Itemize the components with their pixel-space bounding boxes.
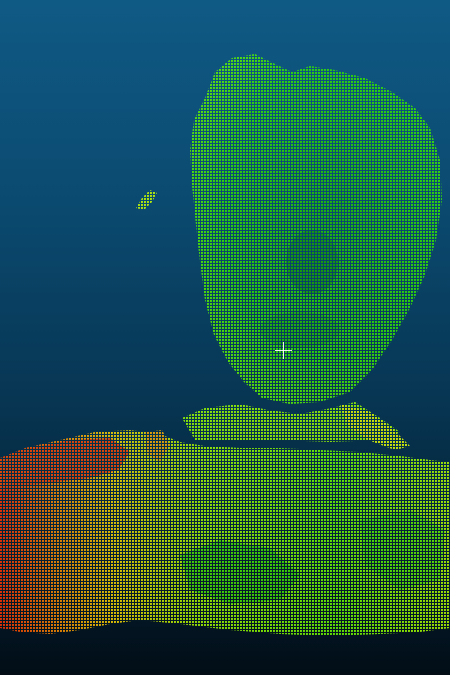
point-cloud-viewport[interactable] [0, 0, 450, 675]
point-cluster-head [190, 54, 442, 404]
point-cloud-canvas [0, 54, 450, 636]
point-cluster-body [0, 430, 450, 636]
point-cluster-neck [182, 402, 410, 450]
point-cluster-fragment [136, 190, 157, 210]
crosshair-icon [275, 342, 292, 359]
